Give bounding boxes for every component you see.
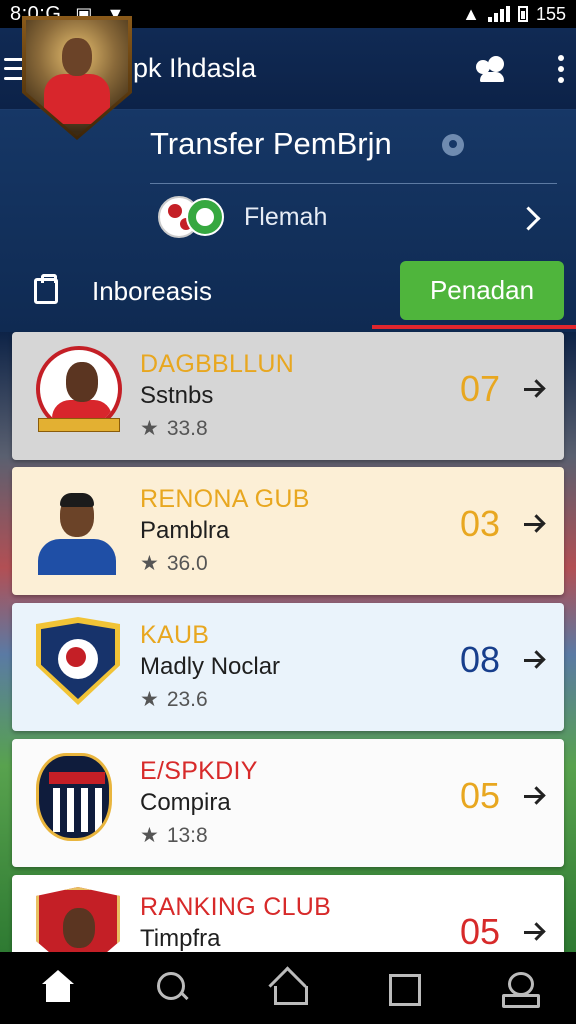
club-subtitle: Timpfra <box>140 925 221 952</box>
club-number: 07 <box>460 368 501 409</box>
signal-icon <box>487 6 510 22</box>
league-label[interactable]: Flemah <box>244 203 327 232</box>
bottom-nav <box>0 952 576 1024</box>
search-icon[interactable] <box>153 968 193 1008</box>
club-number: 03 <box>460 503 501 544</box>
list-item[interactable]: RANKING CLUB Timpfra 05 <box>12 875 564 977</box>
country-label[interactable]: Inboreasis <box>92 276 212 307</box>
club-badge <box>36 617 126 707</box>
club-number: 05 <box>460 775 501 816</box>
star-icon: ★ <box>140 552 159 575</box>
club-number: 08 <box>460 639 501 680</box>
club-name: KAUB <box>140 621 210 649</box>
list-item[interactable]: KAUB Madly Noclar ★ 23.6 08 <box>12 603 564 731</box>
club-subtitle: Pamblra <box>140 517 230 544</box>
club-rating: ★ 33.8 <box>140 416 208 441</box>
home-icon[interactable] <box>38 968 78 1008</box>
arrow-right-icon[interactable] <box>520 511 548 539</box>
arrow-right-icon[interactable] <box>520 647 548 675</box>
football-green-icon <box>186 198 224 236</box>
status-right: ▲ 155 <box>462 4 566 25</box>
club-number: 05 <box>460 911 501 952</box>
primary-button[interactable]: Penadan <box>400 261 564 320</box>
list-item[interactable]: E/SPKDIY Compira ★ 13:8 05 <box>12 739 564 867</box>
list-item[interactable]: DAGBBLLUN Sstnbs ★ 33.8 07 <box>12 332 564 460</box>
rating-value: 23.6 <box>166 687 208 711</box>
battery-icon <box>517 6 528 22</box>
users-icon[interactable] <box>474 54 508 84</box>
arrow-right-icon[interactable] <box>520 783 548 811</box>
page-title: Transfer PemBrjn <box>150 126 392 161</box>
club-subtitle: Compira <box>140 789 231 816</box>
more-options-icon[interactable] <box>558 54 564 83</box>
chevron-right-icon[interactable] <box>514 204 544 234</box>
club-name: DAGBBLLUN <box>140 350 295 378</box>
star-icon: ★ <box>140 824 159 847</box>
star-icon: ★ <box>140 688 159 711</box>
club-subtitle: Sstnbs <box>140 382 214 409</box>
clipboard-icon <box>34 274 58 304</box>
club-rating: ★ 36.0 <box>140 551 208 576</box>
profile-icon[interactable] <box>498 968 541 1008</box>
club-badge <box>36 481 126 575</box>
badge-ribbon <box>38 418 120 432</box>
club-rating: ★ 13:8 <box>140 823 208 848</box>
info-icon[interactable] <box>442 134 464 156</box>
player-shirt <box>44 74 110 124</box>
home-outline-icon[interactable] <box>268 968 308 1008</box>
rating-value: 33.8 <box>166 416 208 440</box>
player-head <box>62 38 92 76</box>
square-icon[interactable] <box>383 968 423 1008</box>
arrow-right-icon[interactable] <box>520 376 548 404</box>
club-name: RANKING CLUB <box>140 893 332 921</box>
arrow-right-icon[interactable] <box>520 919 548 947</box>
app-bar-actions <box>474 54 564 84</box>
club-name: E/SPKDIY <box>140 757 258 785</box>
club-rating: ★ 23.6 <box>140 687 208 712</box>
divider <box>150 183 557 184</box>
club-badge <box>36 753 126 843</box>
wifi-icon: ▲ <box>462 3 480 24</box>
list-item[interactable]: RENONA GUB Pamblra ★ 36.0 03 <box>12 467 564 595</box>
club-name: RENONA GUB <box>140 485 310 513</box>
league-selector[interactable] <box>158 196 228 238</box>
rating-value: 36.0 <box>166 551 208 575</box>
battery-level: 155 <box>535 3 566 24</box>
club-subtitle: Madly Noclar <box>140 653 281 680</box>
rating-value: 13:8 <box>166 823 208 847</box>
star-icon: ★ <box>140 417 159 440</box>
club-badge <box>36 346 126 436</box>
active-tab-indicator <box>372 325 576 329</box>
